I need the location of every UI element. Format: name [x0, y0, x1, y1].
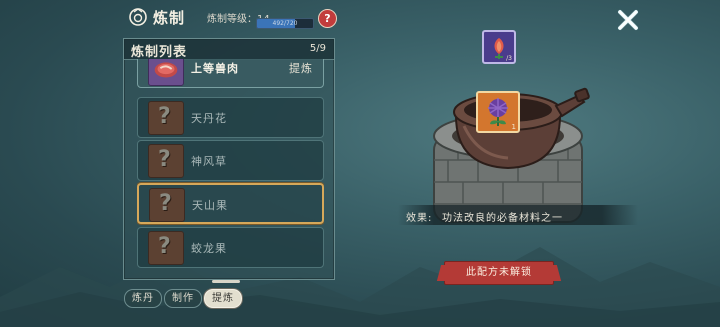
- recipe-count: 5/9: [309, 43, 326, 54]
- effect-label: 效果:: [406, 213, 433, 224]
- result-item-slot[interactable]: /3: [482, 30, 516, 64]
- tab-refine[interactable]: 提炼: [204, 289, 242, 308]
- recipe-row[interactable]: ? 天丹花: [137, 97, 324, 138]
- recipe-row[interactable]: ? 蛟龙果: [137, 227, 324, 268]
- unknown-icon: ?: [148, 101, 184, 135]
- unknown-icon: ?: [148, 231, 184, 265]
- recipe-row-selected[interactable]: ? 天山果: [137, 183, 324, 224]
- exp-bar: 492/720: [256, 18, 314, 29]
- unknown-icon: ?: [148, 144, 184, 178]
- panel-header: 炼制列表 5/9: [124, 39, 334, 60]
- material-slot[interactable]: 1: [476, 91, 520, 133]
- refine-list-panel: 炼制列表 5/9 上等兽肉 提炼 ? 天丹花 ? 神风草 ? 天山果 ? 蛟龙果: [123, 38, 335, 280]
- unknown-icon: ?: [149, 188, 185, 222]
- recipe-row[interactable]: ? 神风草: [137, 140, 324, 181]
- recipe-name: 上等兽肉: [191, 62, 239, 75]
- recipe-list[interactable]: 上等兽肉 提炼 ? 天丹花 ? 神风草 ? 天山果 ? 蛟龙果: [137, 59, 324, 277]
- recipe-name: 蛟龙果: [191, 242, 227, 255]
- close-icon[interactable]: [613, 6, 643, 34]
- recipe-locked-button[interactable]: 此配方未解锁: [444, 261, 554, 285]
- scroll-indicator[interactable]: [212, 280, 240, 283]
- unknown-glyph: ?: [159, 191, 172, 216]
- recipe-name: 天山果: [192, 199, 228, 212]
- unknown-glyph: ?: [158, 147, 171, 172]
- result-count: /3: [506, 55, 512, 62]
- recipe-locked-label: 此配方未解锁: [466, 267, 532, 278]
- unknown-glyph: ?: [158, 104, 171, 129]
- header-bar-wrap: 492/720 ?: [128, 6, 348, 29]
- effect-text: 功法改良的必备材料之一: [442, 213, 563, 224]
- mountain-backdrop: [0, 247, 720, 327]
- help-button[interactable]: ?: [318, 9, 337, 28]
- effect-panel: 效果: 功法改良的必备材料之一: [398, 205, 638, 225]
- tab-alchemy[interactable]: 炼丹: [124, 289, 162, 308]
- unknown-glyph: ?: [158, 234, 171, 259]
- recipe-action: 提炼: [289, 62, 313, 75]
- panel-title: 炼制列表: [131, 45, 188, 60]
- recipe-name: 神风草: [191, 155, 227, 168]
- recipe-name: 天丹花: [191, 112, 227, 125]
- meat-icon: [148, 59, 184, 86]
- exp-text: 492/720: [272, 20, 298, 27]
- recipe-row[interactable]: 上等兽肉 提炼: [137, 59, 324, 88]
- tab-crafting[interactable]: 制作: [164, 289, 202, 308]
- material-count: 1: [511, 123, 516, 131]
